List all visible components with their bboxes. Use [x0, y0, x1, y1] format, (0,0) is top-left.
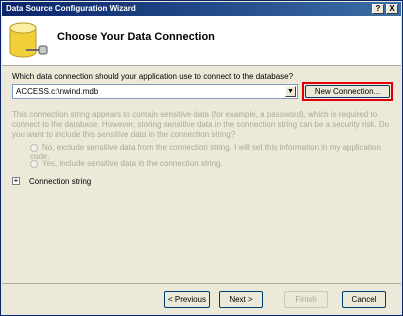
radio-include-sensitive[interactable]: Yes, include sensitive data in the conne…: [30, 159, 390, 168]
wizard-header: Choose Your Data Connection: [2, 16, 401, 66]
database-icon: [9, 22, 48, 58]
wizard-body: Which data connection should your applic…: [2, 67, 401, 282]
window-title: Data Source Configuration Wizard: [6, 4, 136, 13]
page-title: Choose Your Data Connection: [57, 31, 215, 43]
chevron-down-icon[interactable]: ▼: [285, 86, 296, 97]
sensitive-data-info: This connection string appears to contai…: [12, 110, 390, 139]
next-button[interactable]: Next >: [219, 291, 263, 308]
cancel-button[interactable]: Cancel: [342, 291, 386, 308]
new-connection-button[interactable]: New Connection...: [305, 85, 390, 98]
title-bar: Data Source Configuration Wizard ? X: [2, 2, 401, 16]
connection-select-value: ACCESS.c:\nwind.mdb: [16, 87, 99, 96]
radio-include-label: Yes, include sensitive data in the conne…: [42, 159, 223, 168]
connection-question: Which data connection should your applic…: [12, 72, 294, 81]
help-button[interactable]: ?: [372, 4, 384, 14]
wizard-window: Data Source Configuration Wizard ? X Cho…: [0, 0, 403, 316]
radio-button-icon: [30, 143, 38, 152]
expand-icon[interactable]: +: [12, 177, 20, 185]
finish-button[interactable]: Finish: [284, 291, 328, 308]
previous-button[interactable]: < Previous: [164, 291, 210, 308]
close-button[interactable]: X: [386, 4, 398, 14]
connection-string-label: Connection string: [29, 177, 92, 186]
connection-select[interactable]: ACCESS.c:\nwind.mdb ▼: [12, 84, 298, 99]
footer-divider: [2, 283, 401, 284]
radio-button-icon: [30, 159, 38, 168]
